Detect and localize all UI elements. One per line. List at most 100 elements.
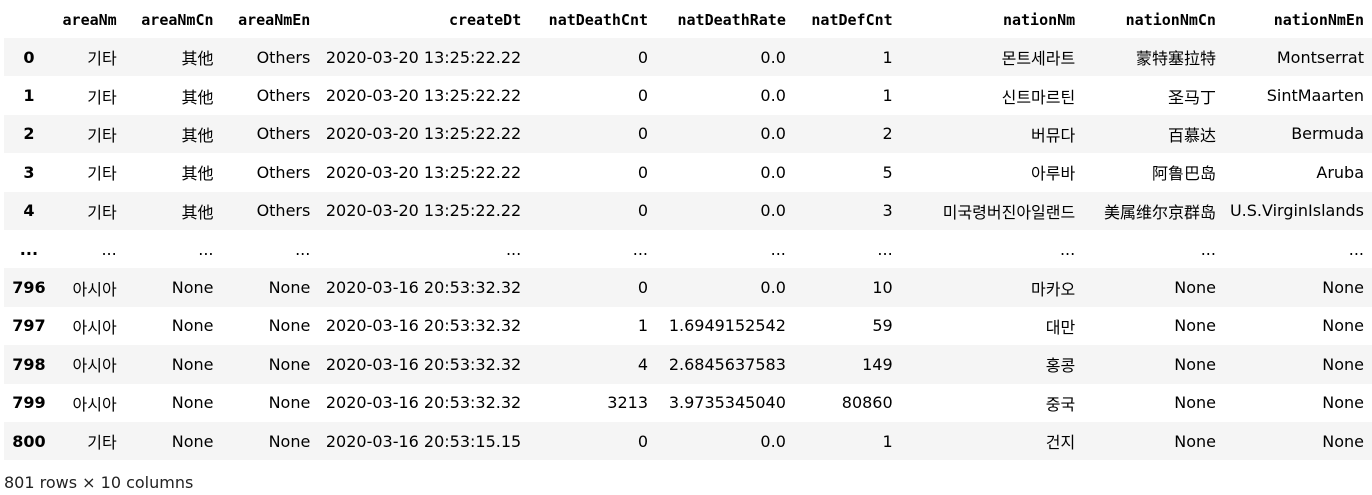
table-cell: 0.0 (760, 162, 786, 182)
table-cell: None (268, 278, 311, 298)
table-cell: 圣马丁 (1167, 87, 1216, 107)
row-index: 799 (12, 393, 46, 413)
table-cell: Montserrat (1276, 47, 1364, 67)
table-cell: None (1174, 431, 1216, 451)
table-row: 796 아시아 None None 2020-03-16 20:53:32.32 0 0.0… (4, 268, 1372, 307)
table-cell: ... (295, 239, 311, 259)
row-index: ... (19, 239, 39, 259)
table-cell: 건지 (1045, 433, 1076, 453)
table-cell: 阿鲁巴岛 (1151, 164, 1216, 184)
table-cell: None (1174, 354, 1216, 374)
table-cell: 2020-03-20 13:25:22.22 (325, 86, 522, 106)
table-cell: 0.0 (760, 278, 786, 298)
table-cell: 0.0 (760, 431, 786, 451)
table-row: 798 아시아 None None 2020-03-16 20:53:32.32 4 2.6… (4, 345, 1372, 384)
table-cell: 0 (637, 278, 649, 298)
table-cell: 기타 (87, 433, 117, 453)
table-row: 1 기타 其他 Others 2020-03-20 13:25:22.22 0 0.0 1 신트… (4, 76, 1372, 115)
table-cell: None (268, 354, 311, 374)
row-index: 1 (23, 86, 35, 106)
table-cell: U.S.VirginIslands (1229, 201, 1364, 221)
row-index: 4 (23, 201, 35, 221)
table-cell: 1 (882, 47, 893, 67)
table-cell: Others (256, 162, 311, 182)
table-cell: 아시아 (72, 356, 117, 376)
table-cell: ... (1200, 239, 1216, 259)
column-header: nationNmEn (1273, 11, 1364, 29)
table-cell: 신트마르틴 (1001, 87, 1076, 107)
table-cell: 2020-03-20 13:25:22.22 (325, 47, 522, 67)
table-cell: None (1322, 431, 1364, 451)
table-cell: 2020-03-16 20:53:32.32 (325, 354, 522, 374)
table-cell: 其他 (181, 164, 214, 184)
table-cell: 3213 (607, 393, 649, 413)
table-row: 797 아시아 None None 2020-03-16 20:53:32.32 1 1.6… (4, 306, 1372, 346)
table-cell: None (171, 354, 214, 374)
table-cell: ... (101, 239, 117, 259)
table-cell: 2020-03-20 13:25:22.22 (325, 124, 522, 144)
row-index: 797 (12, 316, 46, 336)
table-cell: 아시아 (72, 394, 117, 414)
column-header: nationNmCn (1125, 11, 1216, 29)
column-header: createDt (448, 11, 522, 29)
dataframe-output: areaNm areaNmCn areaNmEn createDt natDea… (0, 0, 1372, 495)
table-cell: 버뮤다 (1031, 125, 1076, 145)
table-cell: 기타 (87, 202, 117, 222)
table-cell: 2020-03-16 20:53:32.32 (325, 393, 522, 413)
table-cell: None (171, 431, 214, 451)
table-cell: Bermuda (1291, 124, 1364, 144)
table-cell: 4 (637, 354, 649, 374)
column-header: areaNm (62, 11, 117, 29)
table-cell: None (1322, 278, 1364, 298)
table-row: ................................. (4, 229, 1372, 269)
row-index: 800 (12, 431, 46, 451)
table-cell: 2020-03-20 13:25:22.22 (325, 201, 522, 221)
row-index: 2 (23, 124, 35, 144)
table-cell: None (171, 278, 214, 298)
table-cell: 其他 (181, 125, 214, 145)
table-cell: 蒙特塞拉特 (1135, 49, 1216, 69)
table-cell: None (1322, 393, 1364, 413)
table-header-row: areaNm areaNmCn areaNmEn createDt natDea… (4, 2, 1372, 38)
table-cell: ... (1348, 239, 1364, 259)
table-cell: 0.0 (760, 201, 786, 221)
table-body: 0 기타 其他 Others 2020-03-20 13:25:22.22 0 0.0 1 몬트… (4, 38, 1372, 461)
table-cell: 0 (637, 162, 649, 182)
table-cell: None (1322, 316, 1364, 336)
table-row: 0 기타 其他 Others 2020-03-20 13:25:22.22 0 0.0 1 몬트… (4, 38, 1372, 77)
table-cell: 0.0 (760, 86, 786, 106)
table-cell: Others (256, 86, 311, 106)
table-cell: ... (770, 239, 786, 259)
table-row: 3 기타 其他 Others 2020-03-20 13:25:22.22 0 0.0 5 아루… (4, 153, 1372, 192)
table-cell: ... (1059, 239, 1076, 259)
table-cell: 0.0 (760, 124, 786, 144)
table-cell: ... (632, 239, 649, 259)
table-cell: None (171, 393, 214, 413)
table-cell: None (1174, 393, 1216, 413)
table-cell: None (1174, 316, 1216, 336)
table-cell: 마카오 (1031, 279, 1076, 299)
row-index: 0 (23, 47, 35, 67)
table-cell: 10 (872, 278, 893, 298)
table-cell: None (268, 316, 311, 336)
table-cell: Others (256, 201, 311, 221)
table-cell: 5 (882, 162, 893, 182)
table-cell: 미국령버진아일랜드 (942, 202, 1076, 222)
table-cell: 0 (637, 201, 649, 221)
table-cell: 59 (872, 316, 893, 336)
table-cell: Others (256, 124, 311, 144)
table-cell: 美属维尔京群岛 (1103, 202, 1216, 222)
table-cell: 0 (637, 124, 649, 144)
table-cell: 2020-03-16 20:53:15.15 (325, 431, 522, 451)
table-cell: None (268, 393, 311, 413)
table-cell: 其他 (181, 49, 214, 69)
column-header: natDeathRate (677, 11, 786, 29)
table-cell: None (171, 316, 214, 336)
table-cell: 대만 (1045, 317, 1076, 337)
row-index: 798 (12, 354, 46, 374)
index-header (4, 2, 54, 38)
table-cell: 몬트세라트 (1001, 49, 1076, 69)
column-header: natDeathCnt (548, 11, 649, 29)
table-cell: 기타 (87, 49, 117, 69)
table-cell: 1 (882, 86, 893, 106)
